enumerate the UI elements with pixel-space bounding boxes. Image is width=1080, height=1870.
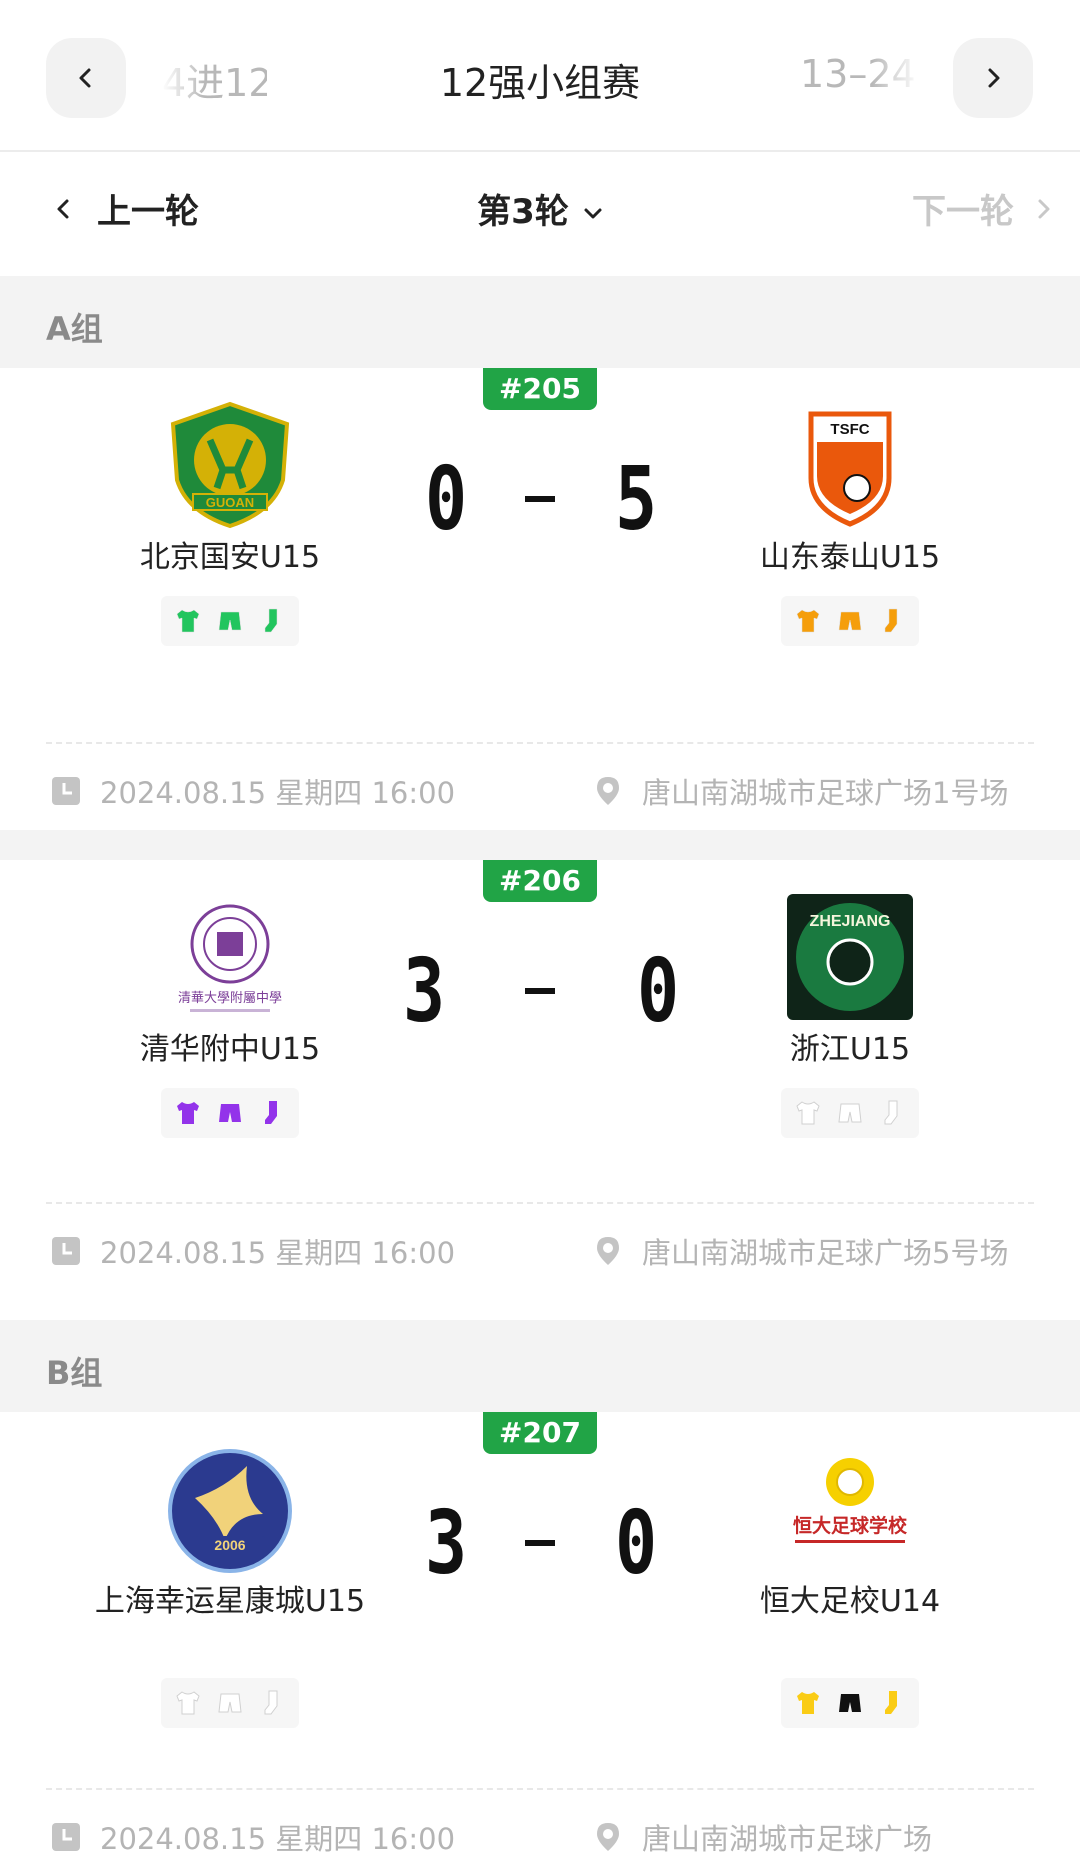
match-datetime: 2024.08.15 星期四 16:00 [100, 1236, 456, 1270]
shorts-icon [839, 1694, 861, 1712]
jersey-icon [176, 1691, 200, 1715]
team-logo: GUOAN [165, 400, 295, 530]
next-round-label: 下一轮 [912, 192, 1014, 232]
home-score: 3 [425, 1491, 468, 1595]
jersey-icon [796, 1101, 820, 1125]
logo-text: ZHEJIANG [810, 913, 891, 930]
logo-text: GUOAN [206, 495, 254, 510]
shorts-icon [838, 611, 862, 631]
score-separator [525, 496, 555, 502]
match-datetime: 2024.08.15 星期四 16:00 [100, 776, 456, 810]
divider [46, 742, 1034, 744]
shorts-icon [838, 1103, 862, 1123]
chevron-right-icon [1038, 199, 1050, 218]
location-pin-icon [597, 1823, 619, 1851]
home-kit [161, 596, 299, 646]
away-team-name[interactable]: 山东泰山U15 [670, 532, 1030, 576]
team-logo: 2006 [165, 1448, 295, 1578]
away-team-name[interactable]: 恒大足校U14 [670, 1576, 1030, 1620]
away-kit [781, 1088, 919, 1138]
away-score: 5 [615, 447, 658, 551]
jersey-icon [177, 1102, 199, 1124]
home-kit [161, 1088, 299, 1138]
venue-name: 唐山南湖城市足球广场 [642, 1822, 933, 1856]
divider [46, 1788, 1034, 1790]
shorts-icon [218, 611, 242, 631]
stage-next-label[interactable]: 13–24 [800, 52, 920, 96]
match-datetime: 2024.08.15 星期四 16:00 [100, 1822, 456, 1856]
chevron-down-icon [584, 208, 602, 218]
jersey-icon [796, 609, 820, 633]
home-team-name[interactable]: 北京国安U15 [50, 532, 410, 576]
group-header-b: B组 [0, 1320, 1080, 1412]
logo-text: 恒大足球学校 [793, 1514, 908, 1537]
away-kit [781, 596, 919, 646]
logo-text: TSFC [830, 421, 869, 438]
clock-icon [52, 1823, 80, 1851]
clock-icon [52, 777, 80, 805]
shorts-icon [219, 1104, 241, 1122]
away-kit [781, 1678, 919, 1728]
venue-name: 唐山南湖城市足球广场1号场 [642, 776, 1009, 810]
home-score: 0 [425, 447, 468, 551]
logo-text: 2006 [214, 1537, 245, 1553]
shorts-icon [218, 1693, 242, 1713]
socks-icon [265, 1101, 277, 1124]
jersey-icon [797, 1692, 819, 1714]
location-pin-icon [597, 1237, 619, 1265]
stage-next-button[interactable] [953, 38, 1033, 118]
match-time: 2024.08.15 星期四 16:00 [50, 770, 455, 812]
chevron-right-icon [988, 68, 1000, 88]
card-separator [0, 830, 1080, 860]
match-time: 2024.08.15 星期四 16:00 [50, 1816, 455, 1858]
venue-name: 唐山南湖城市足球广场5号场 [642, 1236, 1009, 1270]
team-logo: ZHEJIANG [785, 892, 915, 1022]
team-logo: 恒大足球学校 [785, 1448, 915, 1578]
score-separator [525, 1540, 555, 1546]
group-header-a: A组 [0, 276, 1080, 368]
socks-icon [884, 1100, 898, 1125]
socks-icon [264, 608, 278, 633]
match-venue[interactable]: 唐山南湖城市足球广场1号场 [592, 770, 1008, 812]
stage-nav: 4进12 12强小组赛 13–24 [0, 0, 1080, 152]
match-number-badge: #205 [483, 368, 597, 410]
home-kit [161, 1678, 299, 1728]
group-label: B组 [46, 1354, 103, 1392]
away-score: 0 [615, 1491, 658, 1595]
team-logo: TSFC [785, 400, 915, 530]
group-label: A组 [46, 310, 103, 348]
next-round-button[interactable]: 下一轮 [912, 184, 1052, 233]
socks-icon [884, 608, 898, 633]
round-current-label: 第3轮 [477, 192, 569, 232]
divider [46, 1202, 1034, 1204]
round-nav: 上一轮 第3轮 下一轮 [0, 152, 1080, 276]
match-number-badge: #206 [483, 860, 597, 902]
socks-icon [264, 1690, 278, 1715]
match-card[interactable]: #207 2006 3 0 恒大足球学校 上海幸运星康城U15 恒大足校U14 … [0, 1412, 1080, 1870]
match-card[interactable]: #205 GUOAN 0 5 TSFC 北京国安U15 山东泰山U15 2024… [0, 368, 1080, 830]
match-card[interactable]: #206 清華大學附屬中學 3 0 ZHEJIANG 清华附中U15 浙江U15 [0, 860, 1080, 1320]
location-pin-icon [597, 777, 619, 805]
home-team-name[interactable]: 清华附中U15 [50, 1024, 410, 1068]
away-team-name[interactable]: 浙江U15 [670, 1024, 1030, 1068]
match-time: 2024.08.15 星期四 16:00 [50, 1230, 455, 1272]
logo-text: 清華大學附屬中學 [178, 991, 282, 1006]
home-team-name[interactable]: 上海幸运星康城U15 [50, 1576, 410, 1620]
score-separator [525, 988, 555, 994]
team-logo: 清華大學附屬中學 [165, 892, 295, 1022]
match-venue[interactable]: 唐山南湖城市足球广场 [592, 1816, 932, 1858]
clock-icon [52, 1237, 80, 1265]
socks-icon [885, 1691, 897, 1714]
match-number-badge: #207 [483, 1412, 597, 1454]
match-venue[interactable]: 唐山南湖城市足球广场5号场 [592, 1230, 1008, 1272]
jersey-icon [176, 609, 200, 633]
